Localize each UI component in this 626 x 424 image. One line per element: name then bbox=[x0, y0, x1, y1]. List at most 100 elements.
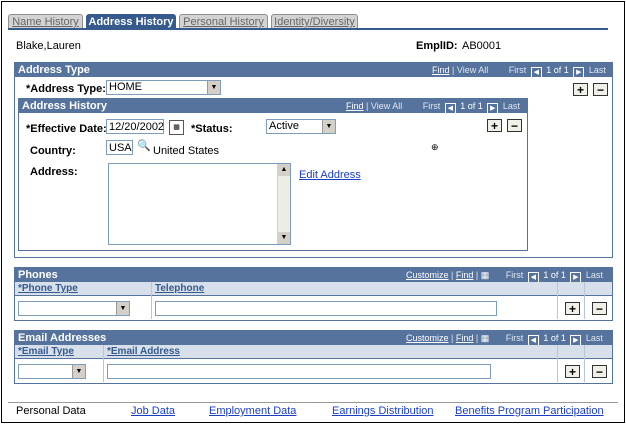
phone-type-select[interactable]: ▼ bbox=[18, 301, 130, 316]
tab-address-history[interactable]: Address History bbox=[86, 14, 176, 29]
job-data-link[interactable]: Job Data bbox=[131, 405, 175, 417]
emplid-value: AB0001 bbox=[462, 40, 502, 52]
tab-underline bbox=[8, 28, 608, 30]
address-type-last-label: Last bbox=[588, 65, 606, 75]
add-address-history-button[interactable]: + bbox=[487, 119, 502, 132]
dropdown-arrow-icon: ▼ bbox=[207, 81, 220, 94]
phones-grid-header: *Phone Type Telephone bbox=[15, 282, 612, 296]
chevron-left-icon[interactable]: ◀ bbox=[444, 103, 456, 114]
address-type-count: 1 of 1 bbox=[546, 65, 569, 75]
address-scrollbar[interactable]: ▲ ▼ bbox=[277, 164, 290, 244]
tab-identity-diversity[interactable]: Identity/Diversity bbox=[271, 14, 358, 29]
status-label: *Status: bbox=[191, 123, 233, 135]
magnifier-icon[interactable]: 🔍 bbox=[137, 140, 151, 153]
email-last-label: Last bbox=[585, 333, 603, 343]
address-type-nav: Find | View All First ◀ 1 of 1 ▶ Last bbox=[432, 65, 606, 78]
chevron-right-icon[interactable]: ▶ bbox=[573, 67, 585, 78]
add-email-button[interactable]: + bbox=[565, 365, 580, 378]
phones-col-divider bbox=[151, 282, 152, 319]
email-grid-header: *Email Type *Email Address bbox=[15, 345, 612, 359]
address-history-find-link[interactable]: Find bbox=[346, 101, 364, 111]
grid-view-icon[interactable]: ▦ bbox=[481, 333, 490, 343]
employee-name: Blake,Lauren bbox=[16, 40, 81, 52]
scroll-down-icon[interactable]: ▼ bbox=[278, 232, 290, 244]
tab-personal-history[interactable]: Personal History bbox=[179, 14, 268, 29]
email-address-column[interactable]: *Email Address bbox=[107, 346, 180, 357]
phones-first-label: First bbox=[505, 270, 524, 280]
address-textarea[interactable]: ▲ ▼ bbox=[108, 163, 291, 245]
email-type-column[interactable]: *Email Type bbox=[18, 346, 74, 357]
address-history-first-label: First bbox=[422, 101, 441, 111]
email-nav: Customize | Find | ▦ First ◀ 1 of 1 ▶ La… bbox=[406, 333, 603, 346]
tab-name-history[interactable]: Name History bbox=[8, 14, 83, 29]
email-col-divider bbox=[584, 345, 585, 382]
address-history-count: 1 of 1 bbox=[460, 101, 483, 111]
remove-address-history-button[interactable]: − bbox=[507, 119, 522, 132]
add-phone-button[interactable]: + bbox=[565, 302, 580, 315]
address-history-nav: Find | View All First ◀ 1 of 1 ▶ Last bbox=[346, 101, 520, 114]
dropdown-arrow-icon: ▼ bbox=[322, 120, 335, 133]
phones-customize-link[interactable]: Customize bbox=[406, 270, 449, 280]
address-type-select[interactable]: HOME ▼ bbox=[106, 80, 221, 95]
phones-nav: Customize | Find | ▦ First ◀ 1 of 1 ▶ La… bbox=[406, 270, 603, 283]
phones-col-divider bbox=[584, 282, 585, 319]
edit-address-link[interactable]: Edit Address bbox=[299, 169, 361, 181]
email-col-divider bbox=[103, 345, 104, 382]
phones-header: Phones Customize | Find | ▦ First ◀ 1 of… bbox=[15, 268, 612, 283]
remove-phone-button[interactable]: − bbox=[592, 302, 607, 315]
telephone-column[interactable]: Telephone bbox=[155, 283, 204, 294]
remove-email-button[interactable]: − bbox=[592, 365, 607, 378]
effective-date-input[interactable]: 12/20/2002 bbox=[106, 119, 164, 134]
grid-view-icon[interactable]: ▦ bbox=[481, 270, 490, 280]
bottom-links-bar: Personal Data Job Data Employment Data E… bbox=[8, 402, 618, 419]
email-type-select[interactable]: ▼ bbox=[18, 364, 86, 379]
address-type-section: Address Type Find | View All First ◀ 1 o… bbox=[14, 62, 613, 258]
address-label: Address: bbox=[30, 166, 78, 178]
emplid-label: EmplID: bbox=[416, 40, 458, 52]
address-type-find-link[interactable]: Find bbox=[432, 65, 450, 75]
address-type-header: Address Type Find | View All First ◀ 1 o… bbox=[15, 63, 612, 78]
benefits-program-participation-link[interactable]: Benefits Program Participation bbox=[455, 405, 604, 417]
telephone-input[interactable] bbox=[155, 301, 497, 316]
address-history-last-label: Last bbox=[502, 101, 520, 111]
email-col-divider bbox=[557, 345, 558, 382]
address-type-value: HOME bbox=[109, 81, 142, 93]
phones-last-label: Last bbox=[585, 270, 603, 280]
country-label: Country: bbox=[30, 145, 76, 157]
address-history-title: Address History bbox=[22, 100, 107, 112]
email-customize-link[interactable]: Customize bbox=[406, 333, 449, 343]
email-find-link[interactable]: Find bbox=[456, 333, 474, 343]
chevron-left-icon[interactable]: ◀ bbox=[530, 67, 542, 78]
email-count: 1 of 1 bbox=[543, 333, 566, 343]
address-history-section: Address History Find | View All First ◀ … bbox=[18, 98, 528, 251]
phone-type-column[interactable]: *Phone Type bbox=[18, 283, 78, 294]
phones-title: Phones bbox=[18, 269, 58, 281]
scroll-up-icon[interactable]: ▲ bbox=[278, 164, 290, 176]
address-history-view-all: View All bbox=[370, 101, 403, 111]
address-history-header: Address History Find | View All First ◀ … bbox=[19, 99, 527, 114]
email-title: Email Addresses bbox=[18, 332, 107, 344]
email-header: Email Addresses Customize | Find | ▦ Fir… bbox=[15, 331, 612, 346]
chevron-right-icon[interactable]: ▶ bbox=[487, 103, 499, 114]
add-address-type-button[interactable]: + bbox=[573, 83, 588, 96]
dropdown-arrow-icon: ▼ bbox=[116, 302, 129, 315]
remove-address-type-button[interactable]: − bbox=[593, 83, 608, 96]
dropdown-arrow-icon: ▼ bbox=[72, 365, 85, 378]
phones-col-divider bbox=[557, 282, 558, 319]
phones-find-link[interactable]: Find bbox=[456, 270, 474, 280]
employment-data-link[interactable]: Employment Data bbox=[209, 405, 296, 417]
email-first-label: First bbox=[505, 333, 524, 343]
country-input[interactable]: USA bbox=[106, 140, 133, 155]
address-type-title: Address Type bbox=[18, 64, 90, 76]
address-type-label: *Address Type: bbox=[26, 83, 106, 95]
effective-date-label: *Effective Date: bbox=[26, 123, 107, 135]
earnings-distribution-link[interactable]: Earnings Distribution bbox=[332, 405, 434, 417]
status-select[interactable]: Active ▼ bbox=[266, 119, 336, 134]
email-section: Email Addresses Customize | Find | ▦ Fir… bbox=[14, 330, 613, 384]
calendar-icon[interactable]: ▦ bbox=[169, 120, 184, 135]
address-type-view-all: View All bbox=[456, 65, 489, 75]
email-address-input[interactable] bbox=[107, 364, 491, 379]
status-value: Active bbox=[269, 120, 299, 132]
address-lookup-icon[interactable]: ⊕ bbox=[431, 141, 445, 153]
address-type-first-label: First bbox=[508, 65, 527, 75]
